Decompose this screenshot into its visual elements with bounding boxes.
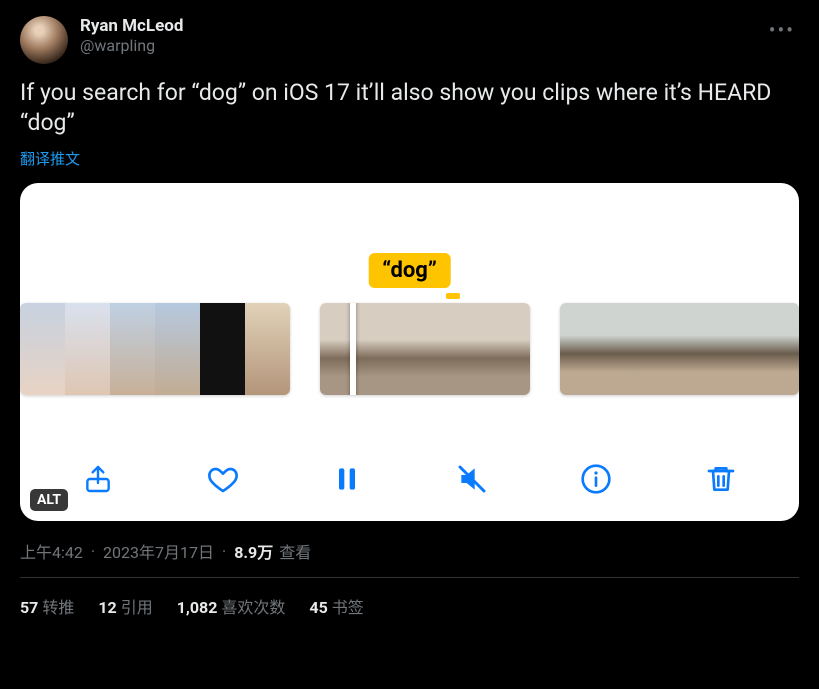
- likes-count: 1,082: [177, 598, 218, 617]
- views-label: 查看: [279, 539, 311, 563]
- scrubber-marker: [446, 293, 460, 299]
- heart-icon: [207, 463, 239, 495]
- more-icon: •••: [769, 18, 795, 42]
- user-handle: @warpling: [80, 36, 753, 56]
- tweet-container: Ryan McLeod @warpling ••• If you search …: [0, 0, 819, 618]
- tweet-stats: 57转推 12 引用 1,082喜欢次数 45 书签: [20, 578, 799, 618]
- frame-thumb: [245, 303, 290, 395]
- views-count[interactable]: 8.9万: [234, 539, 273, 563]
- delete-button[interactable]: [699, 457, 743, 501]
- share-icon: [82, 463, 114, 495]
- quotes-count: 12: [98, 598, 116, 617]
- info-button[interactable]: [574, 457, 618, 501]
- tweet-meta: 上午4:42 · 2023年7月17日 · 8.9万 查看: [20, 539, 799, 578]
- frame-thumb: [200, 303, 245, 395]
- frame-thumb: [600, 303, 640, 395]
- pause-button[interactable]: [325, 457, 369, 501]
- media-toolbar: [20, 457, 799, 501]
- mute-icon: [456, 463, 488, 495]
- bookmarks-label: 书签: [332, 598, 364, 617]
- info-icon: [580, 463, 612, 495]
- share-button[interactable]: [76, 457, 120, 501]
- user-names[interactable]: Ryan McLeod @warpling: [80, 16, 753, 56]
- tweet-text: If you search for “dog” on iOS 17 it’ll …: [20, 78, 799, 138]
- like-button[interactable]: [201, 457, 245, 501]
- trash-icon: [705, 463, 737, 495]
- translate-link[interactable]: 翻译推文: [20, 148, 80, 169]
- likes-stat[interactable]: 1,082喜欢次数: [177, 594, 286, 618]
- tweet-header: Ryan McLeod @warpling •••: [20, 16, 799, 64]
- frame-thumb: [20, 303, 65, 395]
- bookmarks-stat[interactable]: 45 书签: [309, 594, 363, 618]
- likes-label: 喜欢次数: [221, 598, 285, 617]
- frame-thumb: [680, 303, 720, 395]
- bookmarks-count: 45: [309, 598, 327, 617]
- frame-thumb: [155, 303, 200, 395]
- avatar[interactable]: [20, 16, 68, 64]
- media-card[interactable]: “dog”: [20, 183, 799, 521]
- tweet-time[interactable]: 上午4:42: [20, 539, 83, 563]
- quotes-label: 引用: [121, 598, 153, 617]
- frame-thumb: [759, 303, 799, 395]
- clip-thumbnail-group[interactable]: [560, 303, 799, 395]
- frame-thumb: [719, 303, 759, 395]
- search-term-callout: “dog”: [368, 253, 451, 288]
- retweets-stat[interactable]: 57转推: [20, 594, 74, 618]
- more-button[interactable]: •••: [765, 16, 799, 44]
- video-timeline[interactable]: [20, 303, 799, 395]
- frame-thumb: [65, 303, 110, 395]
- tweet-date[interactable]: 2023年7月17日: [103, 539, 214, 563]
- frame-thumb: [110, 303, 155, 395]
- frame-thumb: [640, 303, 680, 395]
- pause-icon: [331, 463, 363, 495]
- quotes-stat[interactable]: 12 引用: [98, 594, 152, 618]
- frame-thumb: [460, 303, 530, 395]
- mute-button[interactable]: [450, 457, 494, 501]
- display-name: Ryan McLeod: [80, 16, 753, 36]
- separator-dot: ·: [222, 542, 226, 561]
- retweets-label: 转推: [42, 598, 74, 617]
- separator-dot: ·: [91, 542, 95, 561]
- retweets-count: 57: [20, 598, 38, 617]
- alt-badge[interactable]: ALT: [30, 489, 68, 511]
- clip-thumbnail-group[interactable]: [320, 303, 530, 395]
- frame-thumb: [390, 303, 460, 395]
- playhead[interactable]: [350, 303, 356, 395]
- clip-thumbnail-group[interactable]: [20, 303, 290, 395]
- frame-thumb: [560, 303, 600, 395]
